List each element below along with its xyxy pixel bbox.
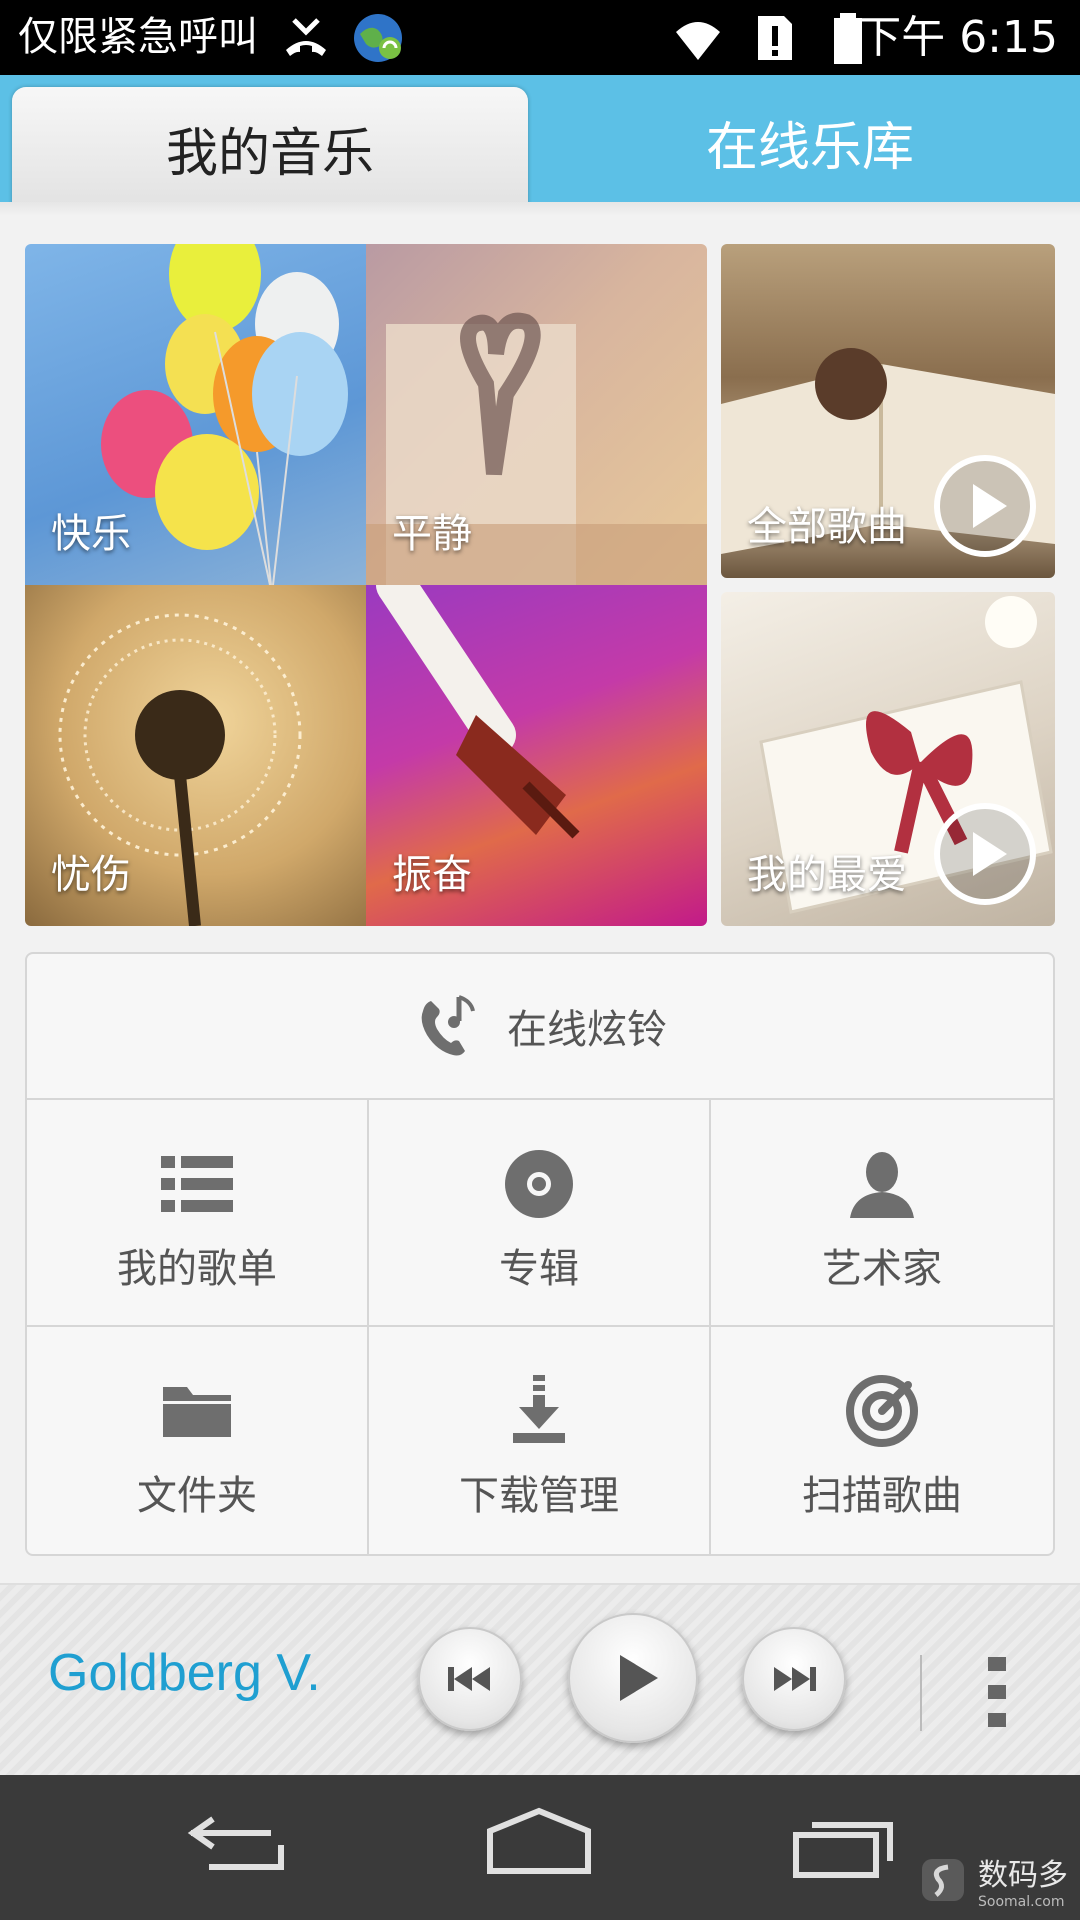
watermark-sub: Soomal.com <box>978 1894 1065 1910</box>
globe-sync-icon <box>354 14 402 62</box>
online-ringtone-button[interactable]: 在线炫铃 <box>27 954 1053 1100</box>
previous-icon <box>448 1667 490 1691</box>
my-playlists-button[interactable]: 我的歌单 <box>27 1100 369 1327</box>
online-ringtone-label: 在线炫铃 <box>507 1007 667 1053</box>
watermark-logo-icon <box>922 1859 964 1901</box>
tab-bar: 我的音乐 在线乐库 <box>0 75 1080 210</box>
mood-label: 振奋 <box>392 852 472 898</box>
mood-label: 忧伤 <box>51 852 131 898</box>
all-songs-label: 全部歌曲 <box>747 504 907 550</box>
play-icon <box>620 1655 658 1701</box>
tab-online-library[interactable]: 在线乐库 <box>540 75 1080 210</box>
folder-icon <box>163 1387 231 1437</box>
mood-tile-calm[interactable]: 平静 <box>366 244 707 585</box>
next-button[interactable] <box>742 1627 846 1731</box>
mood-tile-sad[interactable]: 忧伤 <box>25 585 366 926</box>
menu-label: 扫描歌曲 <box>802 1473 962 1519</box>
sim-alert-icon <box>758 16 792 60</box>
previous-button[interactable] <box>418 1627 522 1731</box>
artists-button[interactable]: 艺术家 <box>711 1100 1053 1327</box>
album-icon <box>505 1150 573 1218</box>
track-title[interactable]: Goldberg V. <box>48 1643 321 1703</box>
play-all-icon[interactable] <box>933 454 1037 558</box>
playlist-icon <box>161 1156 233 1212</box>
albums-button[interactable]: 专辑 <box>369 1100 711 1327</box>
favorites-tile[interactable]: 我的最爱 <box>721 592 1055 926</box>
play-favorites-icon[interactable] <box>933 802 1037 906</box>
library-menu: 在线炫铃 我的歌单 专辑 艺术家 文件夹 下载管理 扫描歌曲 <box>25 952 1055 1556</box>
overflow-menu-icon[interactable] <box>980 1653 1014 1733</box>
menu-label: 我的歌单 <box>117 1246 277 1292</box>
menu-label: 专辑 <box>499 1246 579 1292</box>
clock: 下午 6:15 <box>857 12 1058 63</box>
menu-label: 下载管理 <box>459 1473 619 1519</box>
watermark: 数码多 Soomal.com <box>918 1850 1068 1910</box>
scan-icon <box>846 1375 918 1447</box>
watermark-text: 数码多 <box>978 1858 1068 1893</box>
back-icon[interactable] <box>185 1805 295 1885</box>
mood-label: 快乐 <box>51 511 131 557</box>
scan-songs-button[interactable]: 扫描歌曲 <box>711 1327 1053 1554</box>
tab-bar-shadow <box>0 202 1080 216</box>
play-button[interactable] <box>568 1613 698 1743</box>
download-icon <box>513 1375 565 1443</box>
carrier-text: 仅限紧急呼叫 <box>18 14 258 60</box>
missed-call-icon <box>286 18 326 56</box>
folders-button[interactable]: 文件夹 <box>27 1327 369 1554</box>
tab-my-music[interactable]: 我的音乐 <box>12 87 528 210</box>
next-icon <box>774 1667 816 1691</box>
home-icon[interactable] <box>484 1805 594 1885</box>
wifi-icon <box>676 22 720 60</box>
mood-tile-uplifting[interactable]: 振奋 <box>366 585 707 926</box>
all-songs-tile[interactable]: 全部歌曲 <box>721 244 1055 578</box>
recent-apps-icon[interactable] <box>790 1805 900 1885</box>
now-playing-bar: Goldberg V. <box>0 1583 1080 1775</box>
artist-icon <box>850 1152 914 1218</box>
download-manager-button[interactable]: 下载管理 <box>369 1327 711 1554</box>
menu-label: 艺术家 <box>822 1246 942 1292</box>
mood-tile-happy[interactable]: 快乐 <box>25 244 366 585</box>
system-nav-bar: 数码多 Soomal.com <box>0 1775 1080 1920</box>
favorites-label: 我的最爱 <box>747 852 907 898</box>
status-bar: 仅限紧急呼叫 下午 6:15 <box>0 0 1080 75</box>
player-divider <box>920 1655 922 1731</box>
menu-label: 文件夹 <box>137 1473 257 1519</box>
mood-label: 平静 <box>392 511 472 557</box>
phone-music-icon <box>421 995 475 1056</box>
